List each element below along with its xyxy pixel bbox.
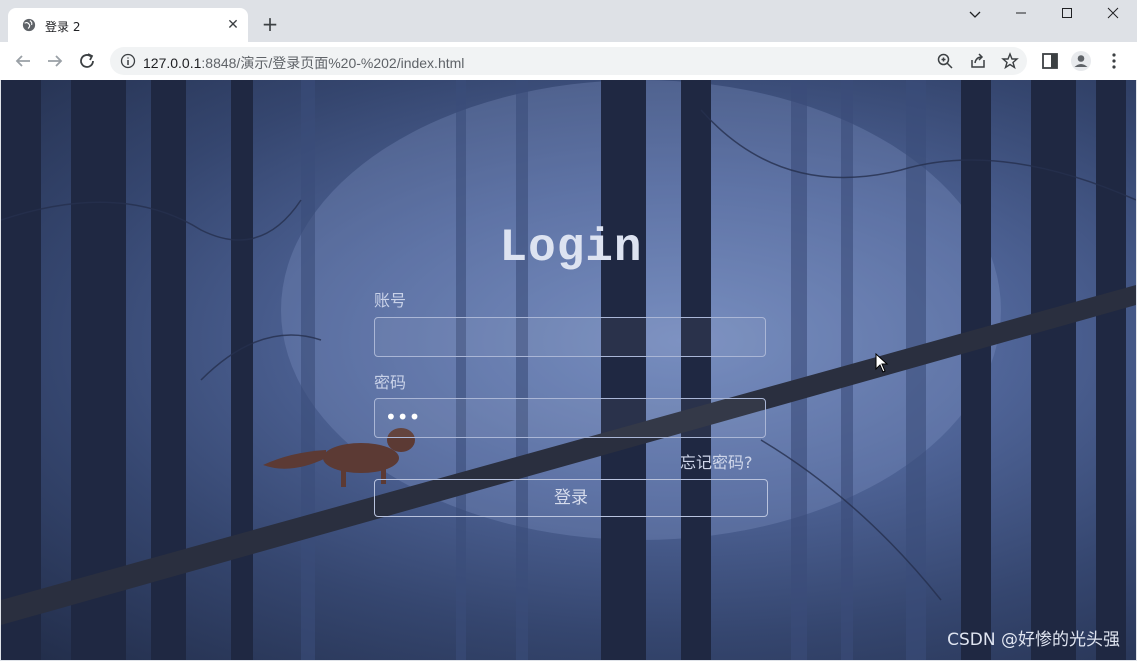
profile-icon[interactable] [1070,50,1092,72]
url-host: 127.0.0.1 [143,55,202,71]
url-text: 127.0.0.1:8848/演示/登录页面%20-%202/index.htm… [143,53,464,73]
close-window-button[interactable] [1090,4,1136,28]
password-label: 密码 [374,373,407,392]
zoom-icon[interactable] [936,52,954,70]
side-panel-icon[interactable] [1039,50,1061,72]
globe-icon [22,18,36,32]
page-content: Login 账号 密码 ••• 忘记密码? 登录 CSDN @好惨的光头强 [1,80,1136,660]
url-path: :8848/演示/登录页面%20-%202/index.html [201,55,465,71]
account-input[interactable] [374,317,766,357]
login-button[interactable]: 登录 [374,479,768,517]
address-bar[interactable]: 127.0.0.1:8848/演示/登录页面%20-%202/index.htm… [110,47,1027,75]
info-icon[interactable] [120,53,136,69]
reload-icon[interactable] [76,50,98,72]
close-icon [1107,7,1119,19]
tab-search-button[interactable] [952,4,998,28]
browser-window: 登录 2 ✕ + 127.0.0.1:8848/演示/登录页面%20-%202/… [0,0,1137,661]
csdn-watermark: CSDN @好惨的光头强 [947,630,1120,650]
browser-toolbar: 127.0.0.1:8848/演示/登录页面%20-%202/index.htm… [0,42,1137,81]
chevron-down-icon [969,11,981,18]
mouse-cursor-icon [875,353,889,373]
login-title: Login [499,222,643,274]
maximize-icon [1062,8,1072,18]
account-label: 账号 [374,291,407,310]
new-tab-button[interactable]: + [260,14,280,34]
share-icon[interactable] [969,52,987,70]
maximize-button[interactable] [1044,4,1090,28]
password-input[interactable]: ••• [374,398,766,438]
tab-close-icon[interactable]: ✕ [225,17,241,33]
tab-strip: 登录 2 ✕ + [0,0,1137,42]
browser-tab[interactable]: 登录 2 ✕ [8,8,248,42]
menu-icon[interactable] [1103,50,1125,72]
back-icon[interactable] [12,50,34,72]
minimize-icon [1016,12,1026,14]
bookmark-star-icon[interactable] [1001,52,1019,70]
minimize-button[interactable] [998,4,1044,28]
forward-icon[interactable] [44,50,66,72]
tab-title: 登录 2 [45,20,81,34]
forgot-password-link[interactable]: 忘记密码? [680,449,753,473]
